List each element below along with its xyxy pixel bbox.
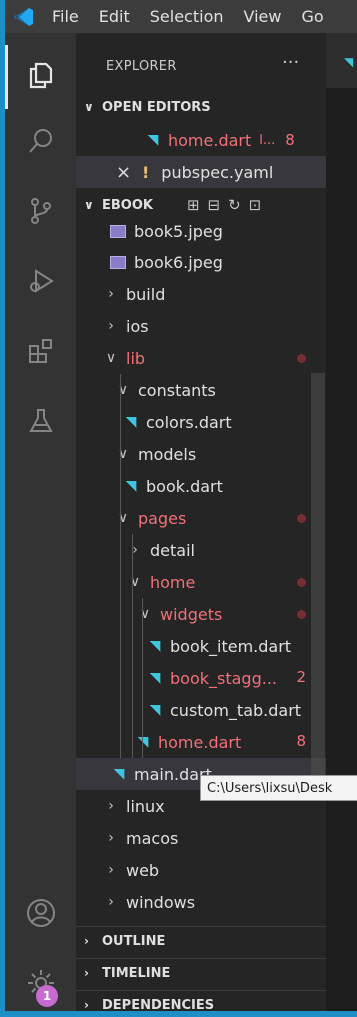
chevron-right-icon: › [108, 830, 114, 846]
tree-folder[interactable]: ∨ models [76, 438, 326, 470]
indent-guide [120, 374, 121, 758]
chevron-down-icon: ∨ [139, 606, 151, 622]
active-indicator [5, 45, 8, 109]
dart-file-icon: ◥ [149, 702, 161, 718]
tree-item[interactable]: book5.jpeg [76, 215, 326, 247]
chevron-right-icon: › [84, 934, 89, 948]
tree-item[interactable]: ◥ custom_tab.dart [76, 694, 326, 726]
tree-folder[interactable]: › web [76, 854, 326, 886]
editor-tab[interactable]: ◥ [326, 33, 357, 88]
source-control-icon[interactable] [21, 191, 61, 231]
explorer-sidebar: EXPLORER ··· ∨ OPEN EDITORS ◥ home.dart … [76, 33, 326, 1011]
tree-folder[interactable]: ∨ home [76, 566, 326, 598]
chevron-right-icon: › [84, 998, 89, 1011]
extensions-icon[interactable] [21, 331, 61, 371]
chevron-down-icon: ∨ [117, 446, 129, 462]
close-icon[interactable]: × [116, 162, 136, 183]
dart-file-icon: ◥ [344, 55, 354, 69]
error-dot [297, 354, 306, 363]
tree-item[interactable]: ◥ colors.dart [76, 406, 326, 438]
dart-file-icon: ◥ [125, 414, 137, 430]
activity-bar [5, 33, 76, 1011]
menu-edit[interactable]: Edit [90, 7, 141, 26]
chevron-down-icon: ∨ [117, 382, 129, 398]
dependencies-header[interactable]: › DEPENDENCIES [76, 990, 326, 1011]
vscode-logo-icon[interactable] [5, 0, 43, 33]
settings-badge: 1 [36, 985, 58, 1007]
testing-icon[interactable] [21, 401, 61, 441]
menu-go[interactable]: Go [292, 7, 334, 26]
error-dot [297, 610, 306, 619]
tree-item[interactable]: ◥ home.dart 8 [76, 726, 326, 758]
menu-bar: File Edit Selection View Go [5, 0, 357, 33]
chevron-right-icon: › [108, 862, 114, 878]
chevron-right-icon: › [84, 966, 89, 980]
chevron-down-icon: ∨ [84, 198, 94, 212]
indent-guide [132, 534, 133, 758]
tree-folder[interactable]: ∨ constants [76, 374, 326, 406]
chevron-down-icon: ∨ [105, 350, 117, 366]
tree-folder[interactable]: › build [76, 278, 326, 310]
chevron-right-icon: › [108, 286, 114, 302]
error-dot [297, 578, 306, 587]
tree-folder[interactable]: ∨ widgets [76, 598, 326, 630]
editor-area [326, 33, 357, 1011]
run-debug-icon[interactable] [21, 261, 61, 301]
tree-folder[interactable]: ∨ pages [76, 502, 326, 534]
tree-folder[interactable]: › windows [76, 886, 326, 918]
chevron-right-icon: › [108, 318, 114, 334]
open-editors-header[interactable]: ∨ OPEN EDITORS [76, 93, 326, 121]
window-frame-bottom [0, 1011, 357, 1017]
tree-folder[interactable]: › ios [76, 310, 326, 342]
timeline-header[interactable]: › TIMELINE [76, 958, 326, 987]
sidebar-scrollbar[interactable] [311, 373, 325, 778]
menu-file[interactable]: File [43, 7, 90, 26]
dart-file-icon: ◥ [113, 766, 125, 782]
chevron-right-icon: › [132, 542, 138, 558]
chevron-down-icon: ∨ [129, 574, 141, 590]
new-file-icon[interactable]: ⊞⊟↻⊡ [187, 196, 269, 214]
chevron-down-icon: ∨ [84, 100, 94, 114]
indent-guide [142, 598, 143, 758]
error-dot [297, 514, 306, 523]
tree-item[interactable]: ◥ book_stagg... 2 [76, 662, 326, 694]
open-editor-home-dart[interactable]: ◥ home.dart l... 8 [76, 124, 326, 156]
dart-file-icon: ◥ [149, 670, 161, 686]
chevron-down-icon: ∨ [117, 510, 129, 526]
menu-view[interactable]: View [235, 7, 293, 26]
open-editor-pubspec-yaml[interactable]: × ! pubspec.yaml [76, 156, 326, 188]
dart-file-icon: ◥ [147, 132, 159, 148]
files-icon[interactable] [21, 55, 61, 95]
search-icon[interactable] [21, 121, 61, 161]
dart-file-icon: ◥ [125, 478, 137, 494]
chevron-right-icon: › [108, 894, 114, 910]
tree-folder[interactable]: › detail [76, 534, 326, 566]
image-file-icon [110, 255, 126, 269]
dart-file-icon: ◥ [149, 638, 161, 654]
tree-item[interactable]: ◥ book.dart [76, 470, 326, 502]
tree-item[interactable]: book6.jpeg [76, 246, 326, 278]
tree-item[interactable]: ◥ book_item.dart [76, 630, 326, 662]
warning-icon: ! [142, 162, 150, 182]
explorer-title: EXPLORER [106, 59, 177, 74]
chevron-right-icon: › [108, 798, 114, 814]
account-icon[interactable] [21, 893, 61, 933]
image-file-icon [110, 224, 126, 238]
menu-selection[interactable]: Selection [141, 7, 235, 26]
tree-folder[interactable]: ∨ lib [76, 342, 326, 374]
more-actions-button[interactable]: ··· [282, 52, 299, 73]
path-tooltip: C:\Users\lixsu\Desk [200, 775, 357, 801]
dart-file-icon: ◥ [137, 734, 149, 750]
outline-header[interactable]: › OUTLINE [76, 926, 326, 955]
tree-folder[interactable]: › macos [76, 822, 326, 854]
